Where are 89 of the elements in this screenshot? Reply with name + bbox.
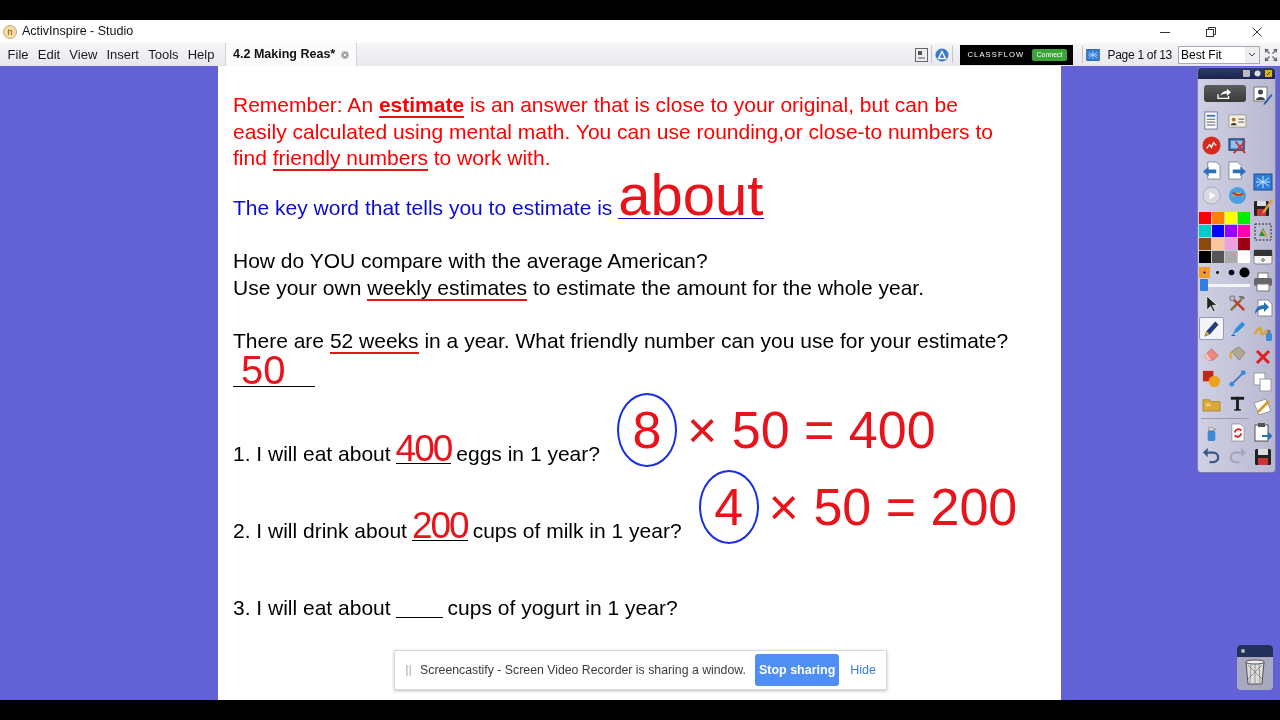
menu-item[interactable]: Tools — [143, 43, 184, 66]
fill-in-line: 400 — [395, 433, 452, 465]
menu-item[interactable]: View — [64, 43, 102, 66]
question-text: cups of yogurt in 1 year? — [447, 594, 678, 621]
question-text: 2. I will drink about — [233, 517, 407, 544]
flipchart-text: There are 52 weeks in a year. What friendly number can you use for your estimate? — [233, 327, 1009, 355]
menu-item[interactable]: Help — [183, 43, 220, 66]
pen-width-icon[interactable] — [1238, 266, 1250, 278]
close-tab-icon[interactable] — [341, 50, 350, 59]
swatch-icon[interactable] — [1238, 212, 1250, 224]
swatch-icon[interactable] — [1212, 238, 1224, 250]
triangle-circle-icon[interactable] — [934, 47, 949, 62]
id-card-icon[interactable] — [1228, 111, 1248, 130]
swatch-icon[interactable] — [1199, 238, 1211, 250]
save-icon[interactable] — [1253, 447, 1273, 467]
fill-in-line: about — [618, 171, 764, 219]
swatch-icon[interactable] — [1238, 225, 1250, 237]
swatch-icon[interactable] — [1199, 251, 1211, 263]
swatch-icon[interactable] — [1212, 212, 1224, 224]
flipchart-text: Remember: An estimate is an answer that is close to your original, but can be easily calculated using mental math. You can use rounding,or close-to numbers to find friendly numbers to work with. — [233, 92, 993, 172]
pen-button[interactable] — [1198, 317, 1224, 340]
scribble-circle-icon[interactable] — [1201, 136, 1221, 155]
trash-can-icon[interactable] — [1237, 645, 1273, 690]
restore-icon — [1206, 26, 1216, 37]
swatch-icon[interactable] — [1212, 225, 1224, 237]
printer-icon[interactable] — [1253, 272, 1273, 292]
swatch-icon[interactable] — [1225, 238, 1237, 250]
page-indicator: Page 1 of 13 — [1107, 46, 1172, 64]
menu-item[interactable]: Insert — [101, 43, 144, 66]
panel-slash-icon[interactable] — [1265, 70, 1272, 77]
hide-link[interactable]: Hide — [850, 660, 876, 680]
clipboard-icon[interactable] — [1253, 422, 1273, 442]
delete-icon[interactable] — [1253, 347, 1273, 367]
swatch-icon[interactable] — [1238, 238, 1250, 250]
fill-bucket-icon — [1228, 344, 1248, 363]
caret-icon — [1245, 46, 1259, 63]
shapes-icon — [1201, 369, 1221, 388]
fill-in-line: 200 — [411, 510, 468, 542]
swirl-logo-icon[interactable] — [1228, 186, 1248, 205]
fill-in-line: 50 — [233, 354, 315, 388]
sharing-message: Screencastify - Screen Video Recorder is sharing a window. — [420, 661, 746, 679]
question-text: 3. I will eat about — [233, 594, 391, 621]
connector-icon — [1228, 369, 1248, 388]
monitor-cross-icon[interactable] — [1228, 136, 1248, 155]
swatch-icon[interactable] — [1199, 212, 1211, 224]
floppy-pen-icon[interactable] — [1253, 197, 1273, 217]
document-tab[interactable]: 4.2 Making Reas* — [225, 43, 358, 66]
handwritten-equation: 4 × 50 = 200 — [698, 470, 1018, 545]
swatch-icon[interactable] — [1199, 225, 1211, 237]
desktop-grid-icon[interactable] — [1085, 47, 1100, 62]
question-text: 1. I will eat about — [233, 440, 391, 467]
question-text: eggs in 1 year? — [456, 440, 600, 467]
swatch-icon[interactable] — [1212, 251, 1224, 263]
pen-icon — [1201, 319, 1221, 338]
tray-icon[interactable] — [1253, 247, 1273, 267]
flipchart-text: The key word that tells you to estimate is — [233, 195, 613, 222]
previous-page-icon[interactable] — [1201, 161, 1221, 180]
menu-item[interactable]: Edit — [33, 43, 65, 66]
menu-item[interactable]: File — [3, 43, 34, 66]
fullscreen-icon[interactable] — [1264, 47, 1278, 62]
grip-icon[interactable] — [406, 663, 412, 677]
document-list-icon[interactable] — [1201, 111, 1221, 130]
app-logo-icon — [3, 24, 17, 39]
zoom-select[interactable]: Best Fit — [1178, 45, 1260, 64]
swatch-icon[interactable] — [1225, 251, 1237, 263]
play-icon[interactable] — [1201, 186, 1221, 205]
slider-thumb[interactable] — [1199, 279, 1208, 291]
hammer-wrench-icon — [1228, 294, 1248, 313]
panel-circle-icon[interactable] — [1254, 70, 1261, 77]
share-arrow-icon — [1216, 87, 1233, 100]
reset-page-icon[interactable] — [1228, 422, 1248, 442]
page-view-icon[interactable] — [914, 47, 928, 62]
swatch-icon[interactable] — [1225, 212, 1237, 224]
export-arrow-icon[interactable] — [1253, 297, 1273, 317]
next-page-icon[interactable] — [1228, 161, 1248, 180]
user-pen-icon[interactable] — [1253, 85, 1273, 105]
window-title: ActivInspire - Studio — [22, 23, 134, 41]
flipchart-text: How do YOU compare with the average American? Use your own weekly estimates to estimate the amount for the whole year. — [233, 248, 924, 302]
close-icon — [1252, 26, 1262, 37]
desktop-grid-icon[interactable] — [1253, 172, 1273, 192]
handwritten-equation: 8 × 50 = 400 — [616, 393, 936, 468]
duplicate-icon[interactable] — [1253, 372, 1273, 392]
question-text: cups of milk in 1 year? — [472, 517, 682, 544]
dashed-select-icon[interactable] — [1253, 222, 1273, 242]
share-button[interactable] — [1203, 85, 1246, 102]
swatch-icon[interactable] — [1225, 225, 1237, 237]
swatch-icon[interactable] — [1238, 251, 1250, 263]
highlighter-icon — [1228, 319, 1248, 338]
page-pen-icon[interactable] — [1253, 397, 1273, 417]
